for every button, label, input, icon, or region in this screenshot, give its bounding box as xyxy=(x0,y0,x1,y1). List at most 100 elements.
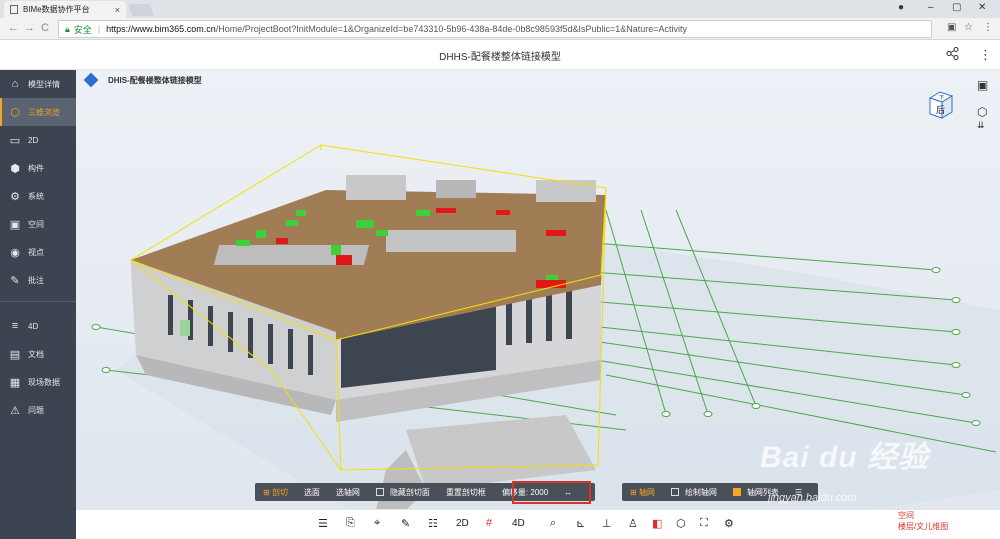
space-icon: ▣ xyxy=(9,218,21,231)
select-face-button[interactable]: 选面 xyxy=(296,483,328,501)
browser-tab[interactable]: BIMe数据协作平台 × xyxy=(4,1,126,18)
outline-icon[interactable]: ☰ xyxy=(318,517,328,530)
cube-icon: ⬡ xyxy=(10,106,20,119)
sidebar-item-label: 视点 xyxy=(28,247,44,257)
section-button[interactable]: ⊞ 剖切 xyxy=(255,483,296,501)
back-button[interactable]: ← xyxy=(8,22,19,34)
forward-button[interactable]: → xyxy=(24,22,35,34)
sidebar-item-issues[interactable]: ⚠ 问题 xyxy=(0,396,76,424)
new-tab-button[interactable] xyxy=(127,4,155,16)
axis-icon[interactable]: ⊥ xyxy=(602,517,612,530)
sidebar: ⌂ 模型详情 ⬡ 三维浏览 ▭ 2D ⬢ 构件 ⚙ 系统 ▣ 空间 ◉ 视点 ✎ 批注 ≡ 4D … xyxy=(0,70,76,539)
divider: | xyxy=(97,24,101,34)
close-window-button[interactable]: ✕ xyxy=(978,2,986,13)
fit-view-icon[interactable]: ▣ xyxy=(977,78,988,92)
lock-icon: 🔒︎ xyxy=(65,23,70,34)
extension-icon[interactable]: ▣ xyxy=(947,22,956,33)
draw-grid-toggle[interactable]: 绘制轴网 xyxy=(663,483,725,501)
system-icon: ⚙ xyxy=(10,190,20,203)
floor-links[interactable]: 空间 楼层/文儿维图 xyxy=(898,510,948,532)
crop-icon[interactable]: ⛶ xyxy=(700,517,708,530)
secure-label: 安全 xyxy=(73,24,92,35)
sidebar-item-label: 三维浏览 xyxy=(28,107,60,117)
rooftop-unit xyxy=(346,175,406,200)
sidebar-item-systems[interactable]: ⚙ 系统 xyxy=(0,182,76,210)
sidebar-item-components[interactable]: ⬢ 构件 xyxy=(0,154,76,182)
sidebar-item-label: 问题 xyxy=(28,405,44,415)
highlight-box xyxy=(512,481,591,504)
person-icon[interactable]: ♙ xyxy=(628,517,638,530)
ruler-icon[interactable]: ⊾ xyxy=(576,517,585,530)
select-axis-button[interactable]: 选轴网 xyxy=(328,483,368,501)
page-icon xyxy=(10,5,18,14)
cube-view-icon[interactable]: ⬡ xyxy=(676,517,686,530)
sidebar-item-label: 构件 xyxy=(28,163,44,173)
share-icon[interactable] xyxy=(946,47,959,63)
sidebar-item-viewpoints[interactable]: ◉ 视点 xyxy=(0,238,76,266)
pen-icon: ✎ xyxy=(10,274,20,287)
3d-box-icon[interactable]: ⬡ xyxy=(977,105,987,119)
image-icon: ▦ xyxy=(9,376,21,389)
url-host: https://www.bim365.com.cn xyxy=(106,24,216,34)
sidebar-item-label: 2D xyxy=(28,135,39,145)
restore-button[interactable]: ▢ xyxy=(952,2,961,13)
sidebar-item-model-details[interactable]: ⌂ 模型详情 xyxy=(0,70,76,98)
hide-section-label: 隐藏剖切面 xyxy=(389,487,430,497)
scissor-icon: ⊞ xyxy=(263,487,272,497)
checkbox-icon xyxy=(375,488,384,496)
sidebar-item-documents[interactable]: ▤ 文档 xyxy=(0,340,76,368)
checkbox-checked-icon xyxy=(732,488,741,496)
hide-section-toggle[interactable]: 隐藏剖切面 xyxy=(368,483,438,501)
watermark-logo: Bai du 经验 xyxy=(760,441,930,474)
sidebar-item-site-data[interactable]: ▦ 现场数据 xyxy=(0,368,76,396)
sidebar-item-4d[interactable]: ≡ 4D xyxy=(0,312,76,340)
address-bar[interactable]: 🔒︎ 安全 | https://www.bim365.com.cn/Home/P… xyxy=(58,20,932,38)
space-link[interactable]: 空间 xyxy=(898,510,948,521)
sidebar-item-space[interactable]: ▣ 空间 xyxy=(0,210,76,238)
checklist-icon[interactable]: ☷ xyxy=(428,517,438,530)
search-icon[interactable]: ⌕ xyxy=(550,517,556,530)
reload-button[interactable]: C xyxy=(41,22,49,34)
sidebar-item-3d-view[interactable]: ⬡ 三维浏览 xyxy=(0,98,76,126)
measure-icon[interactable]: ⌖ xyxy=(374,517,380,530)
sheet-icon: ▭ xyxy=(9,134,21,147)
sidebar-item-annotations[interactable]: ✎ 批注 xyxy=(0,266,76,294)
svg-text:下: 下 xyxy=(939,95,944,101)
floor-link[interactable]: 楼层/文儿维图 xyxy=(898,521,948,532)
view-cube[interactable]: 后 下 xyxy=(924,88,956,120)
svg-text:后: 后 xyxy=(936,105,945,115)
sidebar-item-label: 4D xyxy=(28,321,39,331)
home-icon: ⌂ xyxy=(11,78,19,90)
sidebar-item-label: 现场数据 xyxy=(28,377,60,387)
export-icon[interactable]: ⎘ xyxy=(346,517,355,530)
tab-title: BIMe数据协作平台 xyxy=(23,5,90,14)
grid-icon: ⊞ xyxy=(630,487,639,497)
tab-close-icon[interactable]: × xyxy=(115,5,120,15)
section-label: 剖切 xyxy=(271,487,288,497)
grid-label: 轴网 xyxy=(638,487,655,497)
url-text: https://www.bim365.com.cn/Home/ProjectBo… xyxy=(106,24,687,34)
sidebar-item-label: 系统 xyxy=(28,191,44,201)
grid-button[interactable]: ⊞ 轴网 xyxy=(622,483,663,501)
pen-icon[interactable]: ✎ xyxy=(401,517,410,530)
reset-section-button[interactable]: 重置剖切框 xyxy=(438,483,494,501)
grid-active-icon[interactable]: # xyxy=(486,517,492,529)
section-plane-icon[interactable]: ◧ xyxy=(652,517,662,530)
layers-icon[interactable]: ⇊ xyxy=(977,120,985,131)
more-menu-icon[interactable]: ⋮ xyxy=(979,47,992,63)
sidebar-item-2d[interactable]: ▭ 2D xyxy=(0,126,76,154)
browser-menu-icon[interactable]: ⋮ xyxy=(983,22,993,33)
bookmark-star-icon[interactable]: ☆ xyxy=(964,22,973,33)
checkbox-icon xyxy=(670,488,679,496)
sidebar-item-label: 模型详情 xyxy=(28,79,60,89)
2d-button[interactable]: 2D xyxy=(456,518,469,529)
bottom-toolbar: ☰ ⎘ ⌖ ✎ ☷ 2D # 4D ⌕ ⊾ ⊥ ♙ ◧ ⬡ ⛶ ⚙ xyxy=(76,509,1000,539)
settings-icon[interactable]: ⚙ xyxy=(724,517,734,530)
profile-icon[interactable]: ● xyxy=(898,2,904,13)
component-icon: ⬢ xyxy=(10,162,20,175)
4d-button[interactable]: 4D xyxy=(512,518,525,529)
list-icon: ≡ xyxy=(11,320,19,332)
minimize-button[interactable]: – xyxy=(928,2,934,13)
browser-tab-bar: BIMe数据协作平台 × ● – ▢ ✕ xyxy=(0,0,1000,18)
sidebar-divider xyxy=(0,294,76,302)
